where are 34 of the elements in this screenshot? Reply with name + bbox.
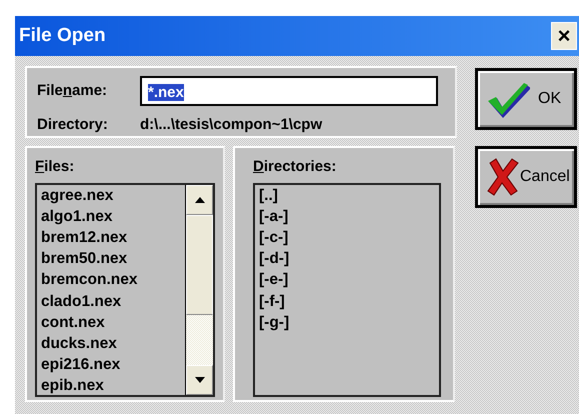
directory-item[interactable]: [-f-]	[259, 290, 435, 312]
directories-label: Directories:	[253, 157, 338, 177]
file-item[interactable]: brem12.nex	[41, 226, 181, 248]
file-item[interactable]: epib.nex	[41, 375, 181, 397]
file-item[interactable]: epi216.nex	[41, 354, 181, 376]
ok-button[interactable]: OK	[475, 68, 577, 130]
directory-path: d:\...\tesis\compon~1\cpw	[140, 115, 322, 135]
file-item[interactable]: agree.nex	[41, 184, 181, 206]
cross-icon	[486, 157, 520, 197]
cancel-button[interactable]: Cancel	[475, 146, 577, 208]
files-label: Files:	[35, 157, 76, 177]
directory-item[interactable]: [-e-]	[259, 269, 435, 291]
file-item[interactable]: brem50.nex	[41, 248, 181, 270]
directory-label: Directory:	[36, 115, 109, 135]
scroll-up-button[interactable]	[186, 184, 213, 214]
up-arrow-icon	[194, 196, 204, 202]
filename-label: Filename:	[36, 80, 108, 101]
directory-item[interactable]: [-d-]	[259, 248, 435, 270]
close-button[interactable]: ×	[551, 22, 577, 50]
file-item[interactable]: ducks.nex	[41, 332, 181, 354]
filename-field[interactable]: *.nex	[140, 76, 438, 106]
scroll-thumb[interactable]	[186, 214, 213, 314]
directory-item[interactable]: [-c-]	[259, 226, 435, 248]
file-item[interactable]: cont.nex	[41, 312, 181, 333]
file-item[interactable]: algo1.nex	[41, 206, 181, 227]
filename-value: *.nex	[148, 84, 184, 101]
window-title: File Open	[19, 24, 106, 48]
scroll-down-button[interactable]	[186, 364, 213, 394]
file-item[interactable]: bremcon.nex	[41, 269, 181, 291]
file-item[interactable]: clado1.nex	[41, 290, 181, 312]
directory-item[interactable]: [-g-]	[259, 312, 435, 333]
directory-item[interactable]: [-a-]	[259, 206, 435, 227]
directory-item[interactable]: [..]	[259, 184, 435, 206]
down-arrow-icon	[194, 376, 204, 382]
